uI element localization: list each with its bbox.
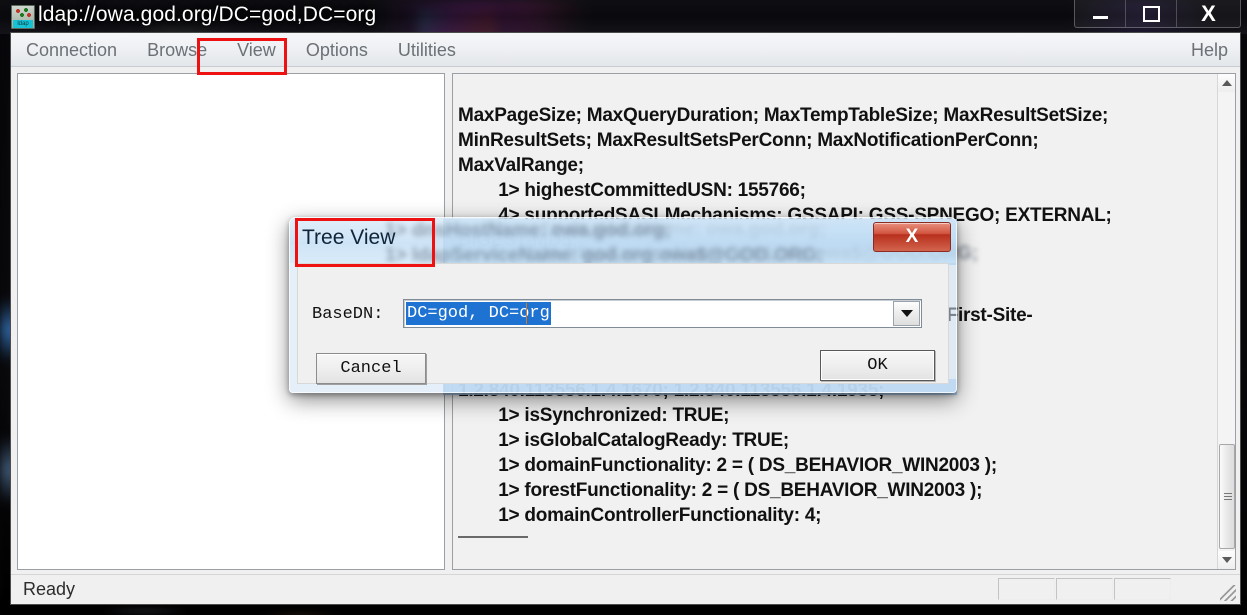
window-title: ldap://owa.god.org/DC=god,DC=org — [38, 3, 377, 26]
minimize-button[interactable] — [1075, 0, 1126, 27]
menu-item-view[interactable]: View — [222, 33, 291, 67]
chevron-down-icon — [900, 310, 913, 317]
output-line: 1> forestFunctionality: 2 = ( DS_BEHAVIO… — [458, 480, 983, 501]
status-panel-1 — [998, 578, 1055, 600]
statusbar: Ready — [11, 574, 1240, 604]
scrollbar-grip-icon — [1224, 493, 1232, 500]
maximize-button[interactable] — [1126, 0, 1177, 27]
tree-view-dialog: 1> dnsHostName: owa.god.org; 1> ldapServ… — [289, 217, 957, 393]
maximize-icon — [1142, 5, 1160, 22]
output-line: MinResultSets; MaxResultSetsPerConn; Max… — [458, 130, 1039, 151]
output-line: 1> highestCommittedUSN: 155766; — [458, 180, 806, 201]
scroll-down-button[interactable] — [1218, 551, 1235, 569]
close-button[interactable]: X — [1177, 0, 1240, 27]
dialog-close-button[interactable]: X — [873, 222, 951, 252]
output-vertical-scrollbar[interactable] — [1217, 74, 1235, 569]
window-controls: X — [1074, 0, 1241, 28]
basedn-input[interactable]: DC=god, DC=org — [406, 302, 551, 325]
text-caret — [526, 303, 527, 324]
screen: ldap ldap://owa.god.org/DC=god,DC=org X … — [0, 0, 1247, 615]
ldap-tree-icon: ldap — [11, 5, 35, 29]
output-separator — [458, 536, 528, 538]
chevron-down-icon — [1222, 557, 1232, 563]
menubar: Connection Browse View Options Utilities… — [11, 33, 1240, 67]
basedn-combobox[interactable]: DC=god, DC=org — [403, 299, 922, 328]
ghost-line: 1> dnsHostName: owa.god.org; — [385, 220, 671, 241]
resize-grip-icon[interactable] — [1220, 585, 1236, 601]
status-panel-2 — [1056, 578, 1113, 600]
output-line: 1> domainFunctionality: 2 = ( DS_BEHAVIO… — [458, 455, 997, 476]
scrollbar-thumb[interactable] — [1219, 444, 1235, 549]
basedn-label: BaseDN: — [312, 305, 384, 324]
status-message: Ready — [23, 579, 76, 599]
menu-item-utilities[interactable]: Utilities — [383, 33, 471, 67]
menu-item-options[interactable]: Options — [291, 33, 383, 67]
output-line: 1> isSynchronized: TRUE; — [458, 405, 730, 426]
ghost-line: 1> ldapServiceName: god.org:owa$@GOD.ORG… — [385, 245, 824, 263]
tree-glyph — [14, 7, 32, 18]
menu-items: Connection Browse View Options Utilities — [11, 33, 471, 67]
menu-item-browse[interactable]: Browse — [132, 33, 222, 67]
dialog-body: BaseDN: DC=god, DC=org Cancel OK — [297, 263, 949, 384]
ldap-icon-label: ldap — [13, 20, 33, 28]
chevron-up-icon — [1222, 80, 1232, 86]
ok-button[interactable]: OK — [820, 350, 935, 381]
window-titlebar[interactable]: ldap ldap://owa.god.org/DC=god,DC=org X — [0, 0, 1247, 34]
status-panel-3 — [1114, 578, 1171, 600]
output-line: 1> isGlobalCatalogReady: TRUE; — [458, 430, 789, 451]
output-line: 1> domainControllerFunctionality: 4; — [458, 505, 822, 526]
basedn-dropdown-button[interactable] — [893, 301, 920, 326]
output-line: MaxPageSize; MaxQueryDuration; MaxTempTa… — [458, 105, 1109, 126]
scroll-up-button[interactable] — [1218, 74, 1235, 92]
menu-item-help[interactable]: Help — [1191, 33, 1228, 67]
output-line: MaxValRange; — [458, 155, 584, 176]
dialog-title: Tree View — [302, 226, 396, 249]
cancel-button[interactable]: Cancel — [316, 353, 426, 384]
menu-item-connection[interactable]: Connection — [11, 33, 132, 67]
close-icon: X — [1201, 0, 1216, 26]
dialog-titlebar[interactable]: 1> dnsHostName: owa.god.org; 1> ldapServ… — [290, 218, 956, 263]
minimize-icon — [1092, 16, 1108, 19]
